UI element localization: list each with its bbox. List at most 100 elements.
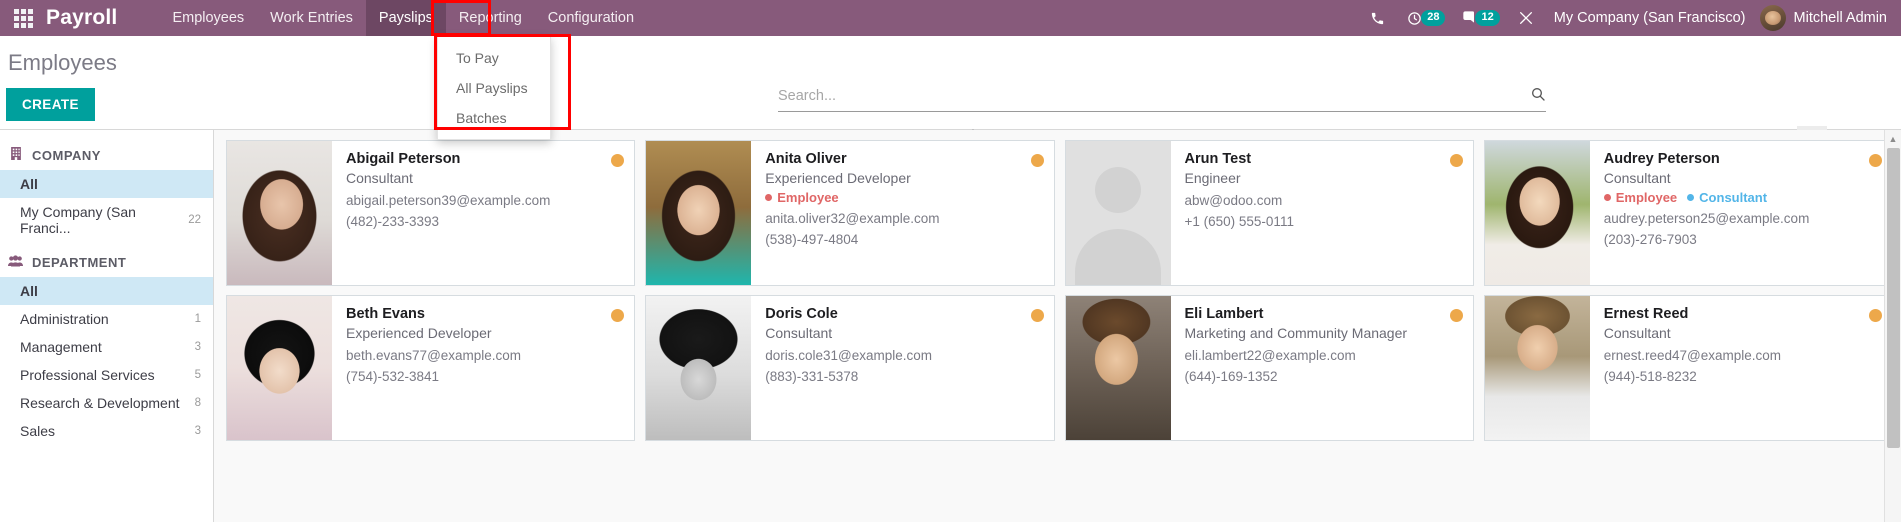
employee-job-title: Marketing and Community Manager: [1184, 325, 1408, 341]
create-button[interactable]: CREATE: [6, 88, 95, 121]
employee-name: Beth Evans: [346, 306, 425, 322]
employee-email[interactable]: eli.lambert22@example.com: [1185, 348, 1463, 363]
sidebar-item-research-development[interactable]: Research & Development 8: [0, 389, 213, 417]
clock-icon: [1403, 0, 1425, 36]
employee-card-body: Arun Test Engineer abw@odoo.com +1 (650) 55…: [1171, 141, 1473, 285]
control-panel: Employees CREATE Filters Group By Favori…: [0, 36, 1901, 153]
menu-item-configuration[interactable]: Configuration: [535, 0, 647, 36]
people-icon: [8, 255, 23, 270]
chat-bubble-icon: [1457, 0, 1479, 36]
tag-label: Consultant: [1699, 190, 1768, 205]
employee-tags: Employee: [765, 190, 1043, 205]
scroll-up-arrow[interactable]: ▲: [1885, 130, 1901, 147]
employee-job-title: Consultant: [1603, 170, 1671, 186]
photo-image: [646, 141, 752, 285]
sidebar-item-label: All: [20, 176, 38, 192]
employee-email[interactable]: ernest.reed47@example.com: [1604, 348, 1882, 363]
sidebar-item-professional-services[interactable]: Professional Services 5: [0, 361, 213, 389]
sidebar-item-sales[interactable]: Sales 3: [0, 417, 213, 445]
employee-card[interactable]: Arun Test Engineer abw@odoo.com +1 (650) 55…: [1064, 140, 1474, 286]
search-input[interactable]: [778, 88, 1530, 104]
sidebar-item-department-all[interactable]: All: [0, 277, 213, 305]
sidebar-item-label: My Company (San Franci...: [20, 204, 136, 236]
top-navbar: Payroll Employees Work Entries Payslips …: [0, 0, 1901, 36]
kanban-content-area: Abigail Peterson Consultant abigail.peters…: [214, 130, 1901, 522]
sidebar-item-administration[interactable]: Administration 1: [0, 305, 213, 333]
sidebar-item-label: Research & Development: [20, 395, 180, 411]
dropdown-item-to-pay[interactable]: To Pay: [438, 43, 550, 73]
dropdown-item-all-payslips[interactable]: All Payslips: [438, 73, 550, 103]
employee-card[interactable]: Doris Cole Consultant doris.cole31@example…: [645, 295, 1055, 441]
employee-email[interactable]: abw@odoo.com: [1185, 193, 1463, 208]
employee-card[interactable]: Beth Evans Experienced Developer beth.evan…: [226, 295, 636, 441]
employee-card[interactable]: Abigail Peterson Consultant abigail.peters…: [226, 140, 636, 286]
magnifier-icon[interactable]: [1530, 86, 1546, 106]
employee-card[interactable]: Anita Oliver Experienced Developer Employe…: [645, 140, 1055, 286]
employee-name: Doris Cole: [765, 306, 838, 322]
page-title: Employees: [8, 50, 117, 75]
employee-phone[interactable]: (644)-169-1352: [1185, 369, 1463, 384]
apps-grid-icon[interactable]: [0, 0, 46, 36]
wrench-icon[interactable]: [1506, 0, 1546, 36]
employee-email[interactable]: abigail.peterson39@example.com: [346, 193, 624, 208]
status-badge[interactable]: [1030, 154, 1044, 167]
sidebar-item-my-company[interactable]: My Company (San Franci... 22: [0, 198, 213, 242]
company-switcher[interactable]: My Company (San Francisco): [1546, 10, 1760, 26]
employee-job-title: Engineer: [1184, 170, 1241, 186]
employee-card[interactable]: Eli Lambert Marketing and Community Manag…: [1064, 295, 1474, 441]
avatar: [1759, 5, 1786, 31]
photo-image: [1484, 296, 1590, 440]
employee-phone[interactable]: (482)-233-3393: [346, 214, 624, 229]
dropdown-item-batches[interactable]: Batches: [438, 103, 550, 133]
employee-email[interactable]: audrey.peterson25@example.com: [1604, 211, 1882, 226]
sidebar-item-count: 5: [194, 369, 201, 381]
menu-item-payslips[interactable]: Payslips: [365, 0, 446, 36]
sidebar-section-department: DEPARTMENT: [0, 248, 213, 277]
employee-email[interactable]: doris.cole31@example.com: [765, 348, 1043, 363]
vertical-scrollbar[interactable]: ▲: [1884, 130, 1901, 522]
employee-tags: Employee Consultant: [1603, 190, 1882, 205]
phone-icon[interactable]: [1357, 0, 1397, 36]
sidebar-item-management[interactable]: Management 3: [0, 333, 213, 361]
employee-phone[interactable]: (538)-497-4804: [765, 232, 1043, 247]
employee-phone[interactable]: +1 (650) 555-0111: [1185, 214, 1463, 229]
employee-photo: [1065, 141, 1171, 285]
sidebar-item-label: Professional Services: [20, 367, 155, 383]
employee-phone[interactable]: (203)-276-7903: [1604, 232, 1882, 247]
employee-phone[interactable]: (883)-331-5378: [765, 369, 1043, 384]
tag-dot-icon: [765, 194, 773, 201]
status-badge[interactable]: [1449, 309, 1463, 322]
employee-kanban-grid: Abigail Peterson Consultant abigail.peters…: [226, 140, 1893, 441]
employee-name: Audrey Peterson: [1603, 151, 1720, 167]
employee-email[interactable]: beth.evans77@example.com: [346, 348, 624, 363]
messages-menu[interactable]: 12: [1451, 0, 1505, 36]
status-badge[interactable]: [1449, 154, 1463, 167]
menu-item-reporting[interactable]: Reporting: [446, 0, 535, 36]
tag-dot-icon: [1687, 194, 1695, 201]
employee-email[interactable]: anita.oliver32@example.com: [765, 211, 1043, 226]
app-brand-title[interactable]: Payroll: [46, 6, 117, 30]
status-badge[interactable]: [1030, 309, 1044, 322]
employee-photo: [646, 296, 752, 440]
menu-item-employees[interactable]: Employees: [159, 0, 257, 36]
menu-item-work-entries[interactable]: Work Entries: [257, 0, 366, 36]
sidebar-item-company-all[interactable]: All: [0, 170, 213, 198]
sidebar-section-company: COMPANY: [0, 140, 213, 170]
scrollbar-thumb[interactable]: [1887, 148, 1900, 448]
status-badge[interactable]: [1869, 154, 1882, 167]
employee-name: Arun Test: [1184, 151, 1252, 167]
status-badge[interactable]: [1869, 309, 1882, 322]
user-menu[interactable]: Mitchell Admin: [1759, 5, 1887, 31]
employee-phone[interactable]: (754)-532-3841: [346, 369, 624, 384]
employee-job-title: Consultant: [1603, 325, 1671, 341]
activity-menu[interactable]: 28: [1397, 0, 1451, 36]
sidebar-item-count: 8: [194, 397, 201, 409]
employee-card[interactable]: Ernest Reed Consultant ernest.reed47@examp…: [1483, 295, 1893, 441]
employee-photo: [646, 141, 752, 285]
photo-image: [1065, 141, 1171, 285]
employee-photo: [227, 141, 332, 285]
employee-phone[interactable]: (944)-518-8232: [1604, 369, 1882, 384]
photo-image: [646, 296, 752, 440]
employee-card[interactable]: Audrey Peterson Consultant Employee Consult…: [1483, 140, 1893, 286]
sidebar-item-label: Management: [20, 339, 102, 355]
